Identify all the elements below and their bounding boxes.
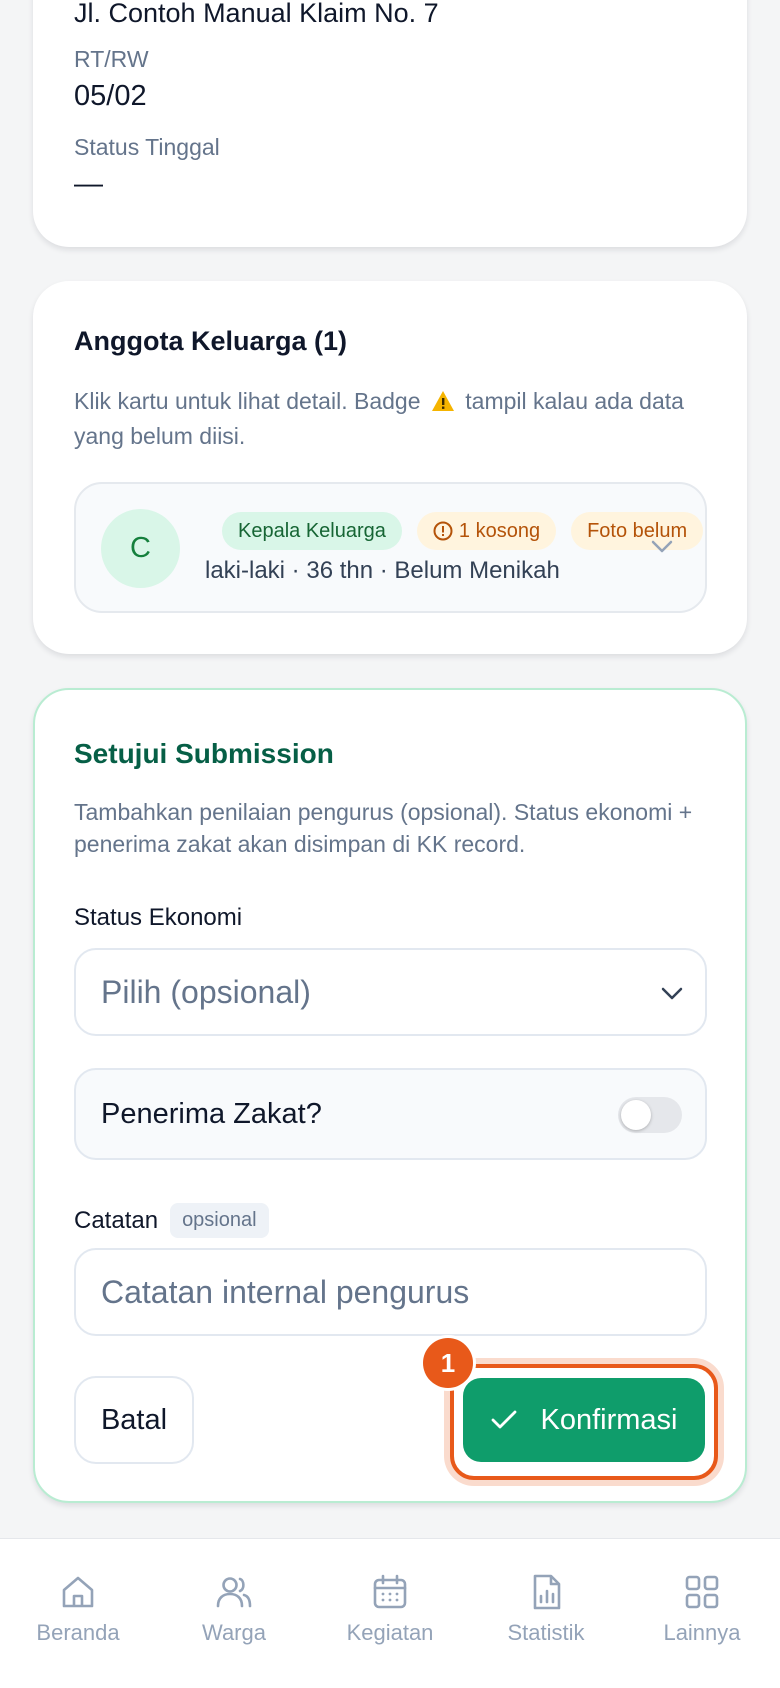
economic-status-select[interactable]: Pilih (opsional)	[74, 948, 707, 1036]
approve-title: Setujui Submission	[74, 738, 334, 769]
nav-item-lainnya[interactable]: Lainnya	[624, 1539, 780, 1688]
optional-tag: opsional	[170, 1203, 269, 1238]
rtrw-label: RT/RW	[74, 46, 149, 72]
address-street: Jl. Contoh Manual Klaim No. 7	[74, 0, 439, 28]
nav-item-kegiatan[interactable]: Kegiatan	[312, 1539, 468, 1688]
head-of-family-badge: Kepala Keluarga	[222, 512, 402, 550]
cancel-button[interactable]: Batal	[74, 1376, 194, 1464]
residence-status-value: —	[74, 168, 103, 200]
empty-fields-text: 1 kosong	[458, 519, 541, 542]
member-badges: Kepala Keluarga 1 kosong Foto belum	[222, 512, 704, 550]
family-member-card[interactable]: C Kepala Keluarga 1 kosong Foto belum la…	[74, 482, 707, 613]
home-icon	[62, 1576, 94, 1608]
nav-item-beranda[interactable]: Beranda	[0, 1539, 156, 1688]
grid-icon	[685, 1575, 719, 1609]
step-marker-badge: 1	[423, 1338, 473, 1388]
nav-item-warga[interactable]: Warga	[156, 1539, 312, 1688]
zakat-recipient-label: Penerima Zakat?	[101, 1098, 322, 1130]
nav-label: Statistik	[507, 1620, 585, 1645]
description-text-before: Klik kartu untuk lihat detail. Badge	[74, 388, 421, 414]
note-label: Catatan	[74, 1206, 159, 1234]
nav-label: Kegiatan	[346, 1620, 434, 1645]
nav-label: Lainnya	[663, 1620, 741, 1645]
calendar-icon	[373, 1574, 407, 1609]
economic-status-label: Status Ekonomi	[74, 904, 243, 931]
confirm-button[interactable]: Konfirmasi	[463, 1378, 705, 1462]
nav-label: Warga	[202, 1620, 266, 1645]
nav-label: Beranda	[36, 1620, 120, 1645]
zakat-recipient-toggle[interactable]	[618, 1097, 682, 1133]
users-icon	[216, 1577, 252, 1608]
chevron-down-icon	[661, 987, 683, 1000]
empty-fields-badge: 1 kosong	[416, 512, 557, 550]
confirm-button-label: Konfirmasi	[540, 1403, 678, 1436]
chart-file-icon	[533, 1574, 561, 1610]
family-members-card: Anggota Keluarga (1) Klik kartu untuk li…	[33, 281, 747, 654]
note-input[interactable]	[74, 1248, 707, 1336]
member-details: laki-laki · 36 thn · Belum Menikah	[205, 557, 560, 584]
chevron-down-icon	[651, 540, 673, 553]
address-card: Jl. Contoh Manual Klaim No. 7 RT/RW 05/0…	[33, 0, 747, 247]
rtrw-value: 05/02	[74, 80, 147, 112]
toggle-knob	[621, 1100, 651, 1130]
approve-description: Tambahkan penilaian pengurus (opsional).…	[74, 799, 693, 857]
approve-submission-card: Setujui Submission Tambahkan penilaian p…	[33, 688, 747, 1503]
bottom-navigation: Beranda Warga Kegiatan Statistik Lainnya	[0, 1538, 780, 1688]
photo-missing-badge: Foto belum	[571, 512, 704, 550]
family-members-title: Anggota Keluarga (1)	[74, 326, 348, 356]
note-label-row: Catatan opsional	[74, 1203, 269, 1238]
residence-status-label: Status Tinggal	[74, 134, 220, 160]
zakat-recipient-row: Penerima Zakat?	[74, 1068, 707, 1160]
check-icon	[491, 1410, 517, 1430]
avatar: C	[101, 509, 180, 588]
economic-status-placeholder: Pilih (opsional)	[101, 974, 311, 1010]
nav-item-statistik[interactable]: Statistik	[468, 1539, 624, 1688]
alert-circle-icon	[433, 521, 453, 541]
warning-icon	[431, 388, 455, 420]
family-members-description: Klik kartu untuk lihat detail. Badge tam…	[74, 385, 714, 452]
